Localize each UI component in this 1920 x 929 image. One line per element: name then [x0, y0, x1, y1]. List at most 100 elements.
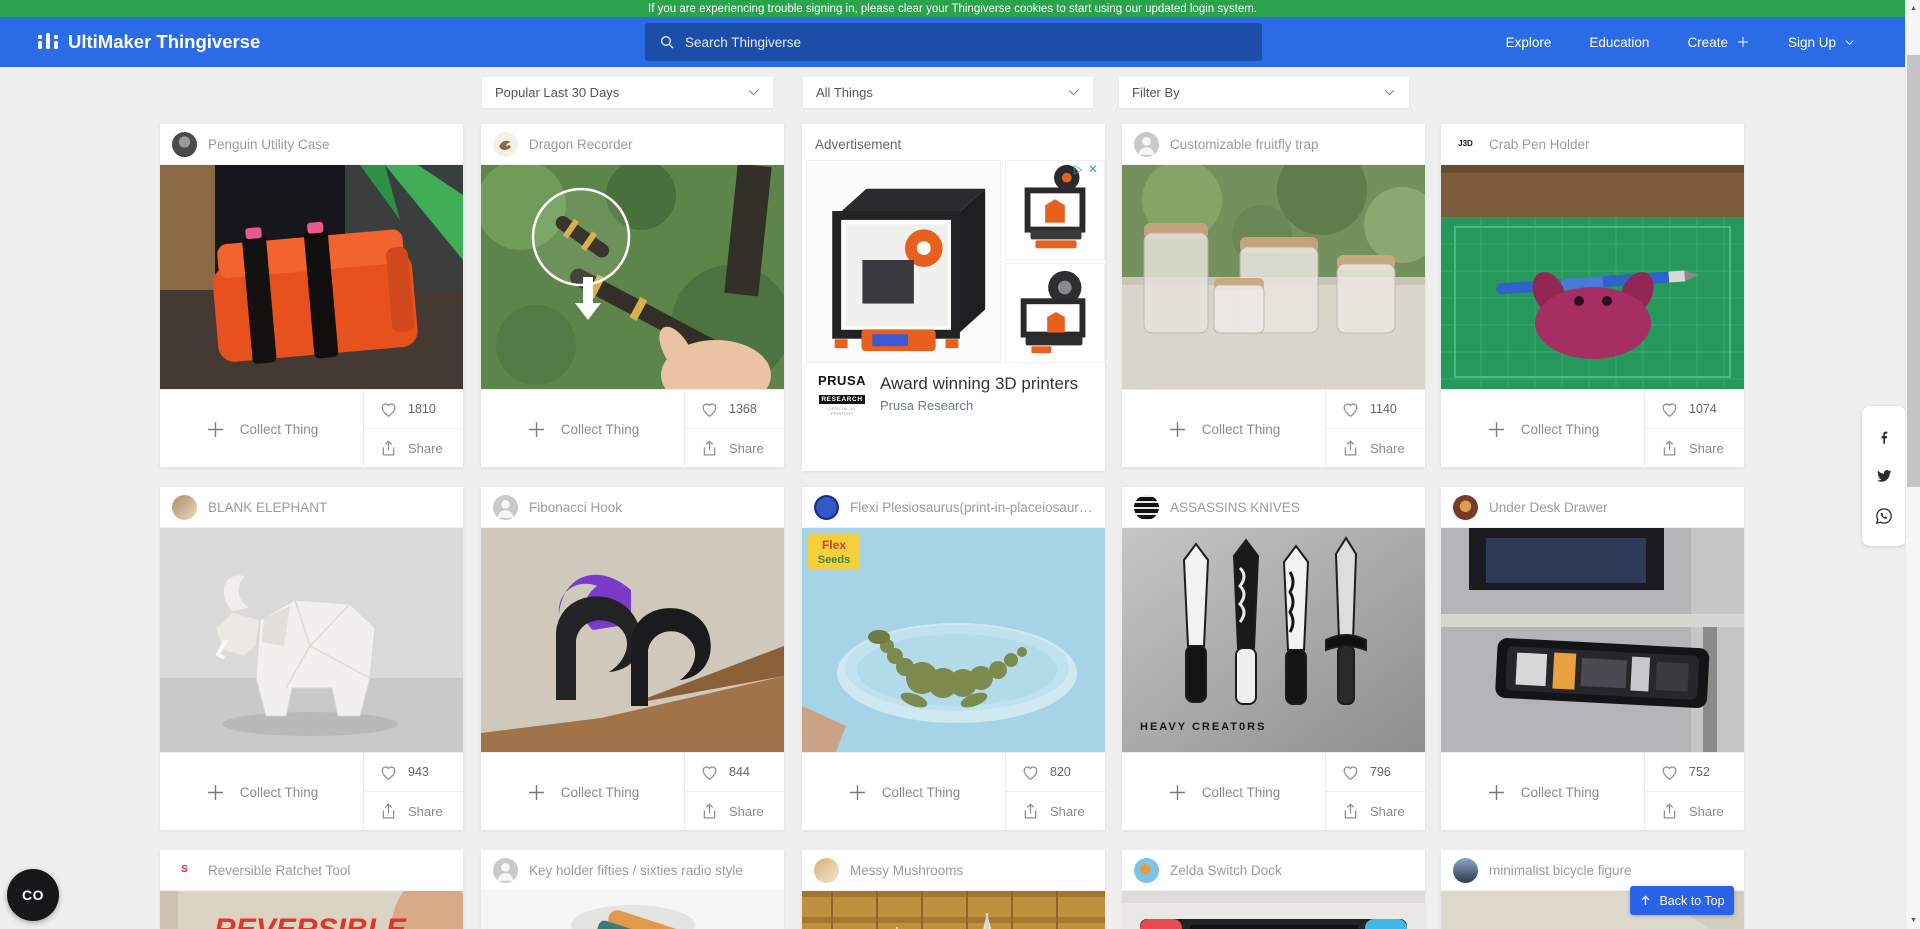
thing-title[interactable]: Fibonacci Hook [529, 500, 622, 515]
thing-card-header[interactable]: Under Desk Drawer [1441, 487, 1744, 528]
thing-title[interactable]: minimalist bicycle figure [1489, 863, 1632, 878]
thing-thumbnail[interactable] [1441, 165, 1744, 389]
thing-card-header[interactable]: Fibonacci Hook [481, 487, 784, 528]
thing-avatar[interactable] [1134, 132, 1159, 157]
thing-avatar[interactable] [493, 132, 518, 157]
thing-avatar[interactable]: J3D [1453, 132, 1478, 157]
share-button[interactable]: Share [1006, 792, 1105, 831]
thing-thumbnail[interactable] [1441, 528, 1744, 752]
thing-card-header[interactable]: Customizable fruitfly trap [1122, 124, 1425, 165]
thing-card-header[interactable]: Messy Mushrooms [802, 850, 1105, 891]
like-button[interactable]: 1368 [685, 390, 784, 429]
thing-card-header[interactable]: S Reversible Ratchet Tool [160, 850, 463, 891]
thing-card-header[interactable]: Dragon Recorder [481, 124, 784, 165]
back-to-top-button[interactable]: Back to Top [1630, 886, 1734, 915]
category-dropdown[interactable]: All Things [803, 77, 1093, 108]
thing-card-header[interactable]: Zelda Switch Dock [1122, 850, 1425, 891]
thing-avatar[interactable] [172, 495, 197, 520]
thing-title[interactable]: ASSASSINS KNIVES [1170, 500, 1300, 515]
thing-thumbnail[interactable]: HEAVY CREAT0RS [1122, 528, 1425, 752]
share-button[interactable]: Share [685, 792, 784, 831]
facebook-icon[interactable] [1875, 428, 1893, 446]
thing-card-header[interactable]: Penguin Utility Case [160, 124, 463, 165]
like-button[interactable]: 844 [685, 753, 784, 792]
ad-advertiser[interactable]: Prusa Research [880, 398, 1078, 413]
thing-title[interactable]: Reversible Ratchet Tool [208, 863, 350, 878]
thing-avatar[interactable] [814, 495, 839, 520]
thing-title[interactable]: Crab Pen Holder [1489, 137, 1590, 152]
like-button[interactable]: 943 [364, 753, 463, 792]
thing-avatar[interactable]: S [172, 858, 197, 883]
thing-card-header[interactable]: BLANK ELEPHANT [160, 487, 463, 528]
twitter-icon[interactable] [1875, 467, 1893, 485]
adchoices-icon[interactable]: ▷ [1074, 163, 1083, 175]
share-button[interactable]: Share [1326, 792, 1425, 831]
ad-close-icon[interactable]: ✕ [1088, 163, 1098, 175]
thing-avatar[interactable] [814, 858, 839, 883]
like-button[interactable]: 1810 [364, 390, 463, 429]
thing-title[interactable]: Customizable fruitfly trap [1170, 137, 1319, 152]
thing-thumbnail[interactable] [160, 528, 463, 752]
thing-thumbnail[interactable]: Flex Seeds [802, 528, 1105, 752]
ad-banner[interactable]: ▷ ✕ [806, 160, 1101, 363]
ad-headline[interactable]: Award winning 3D printers [880, 374, 1078, 394]
like-button[interactable]: 820 [1006, 753, 1105, 792]
like-button[interactable]: 752 [1645, 753, 1744, 792]
cookie-settings-button[interactable]: CO [7, 869, 59, 921]
collect-thing-button[interactable]: Collect Thing [160, 390, 364, 468]
thing-title[interactable]: Key holder fifties / sixties radio style [529, 863, 743, 878]
collect-thing-button[interactable]: Collect Thing [1122, 390, 1326, 468]
scrollbar-thumb[interactable] [1907, 55, 1920, 487]
scrollbar-up-arrow[interactable]: ▲ [1906, 1, 1920, 16]
share-button[interactable]: Share [1326, 429, 1425, 468]
nav-link-education[interactable]: Education [1589, 35, 1649, 50]
brand-logo[interactable]: UltiMaker Thingiverse [38, 17, 260, 67]
thing-avatar[interactable] [1134, 495, 1159, 520]
share-button[interactable]: Share [685, 429, 784, 468]
thing-thumbnail[interactable] [160, 165, 463, 389]
thing-avatar[interactable] [493, 495, 518, 520]
thing-card-header[interactable]: Flexi Plesiosaurus(print-in-placeiosauru… [802, 487, 1105, 528]
thing-avatar[interactable] [172, 132, 197, 157]
nav-link-create[interactable]: Create [1687, 35, 1750, 50]
thing-card-header[interactable]: Key holder fifties / sixties radio style [481, 850, 784, 891]
collect-thing-button[interactable]: Collect Thing [1122, 753, 1326, 831]
thing-title[interactable]: Under Desk Drawer [1489, 500, 1608, 515]
thing-card-header[interactable]: J3D Crab Pen Holder [1441, 124, 1744, 165]
thing-avatar[interactable] [1453, 858, 1478, 883]
ad-text-block[interactable]: PRUSA RESEARCH OFFICIAL 3D PRINTERS Awar… [802, 363, 1105, 416]
filter-by-dropdown[interactable]: Filter By [1119, 77, 1409, 108]
search-input[interactable] [685, 35, 1248, 50]
share-button[interactable]: Share [364, 429, 463, 468]
collect-thing-button[interactable]: Collect Thing [1441, 390, 1645, 468]
thing-avatar[interactable] [1134, 858, 1159, 883]
nav-link-explore[interactable]: Explore [1506, 35, 1552, 50]
thing-thumbnail[interactable] [1122, 891, 1425, 929]
thing-thumbnail[interactable] [802, 891, 1105, 929]
thing-title[interactable]: Zelda Switch Dock [1170, 863, 1282, 878]
like-button[interactable]: 1140 [1326, 390, 1425, 429]
share-button[interactable]: Share [1645, 429, 1744, 468]
thing-thumbnail[interactable] [481, 891, 784, 929]
collect-thing-button[interactable]: Collect Thing [802, 753, 1006, 831]
collect-thing-button[interactable]: Collect Thing [160, 753, 364, 831]
like-button[interactable]: 1074 [1645, 390, 1744, 429]
share-button[interactable]: Share [1645, 792, 1744, 831]
collect-thing-button[interactable]: Collect Thing [1441, 753, 1645, 831]
thing-thumbnail[interactable] [1122, 165, 1425, 389]
thing-card-header[interactable]: minimalist bicycle figure [1441, 850, 1744, 891]
whatsapp-icon[interactable] [1875, 507, 1893, 525]
vertical-scrollbar[interactable]: ▲ ▼ [1905, 0, 1920, 929]
thing-thumbnail[interactable] [481, 528, 784, 752]
thing-thumbnail[interactable]: REVERSIBLE [160, 891, 463, 929]
share-button[interactable]: Share [364, 792, 463, 831]
collect-thing-button[interactable]: Collect Thing [481, 390, 685, 468]
nav-link-sign-up[interactable]: Sign Up [1788, 35, 1855, 50]
thing-avatar[interactable] [493, 858, 518, 883]
ad-image-main[interactable] [806, 160, 1001, 363]
thing-title[interactable]: Flexi Plesiosaurus(print-in-placeiosauru… [850, 500, 1093, 515]
thing-title[interactable]: Dragon Recorder [529, 137, 633, 152]
like-button[interactable]: 796 [1326, 753, 1425, 792]
thing-title[interactable]: Messy Mushrooms [850, 863, 963, 878]
thing-title[interactable]: Penguin Utility Case [208, 137, 330, 152]
